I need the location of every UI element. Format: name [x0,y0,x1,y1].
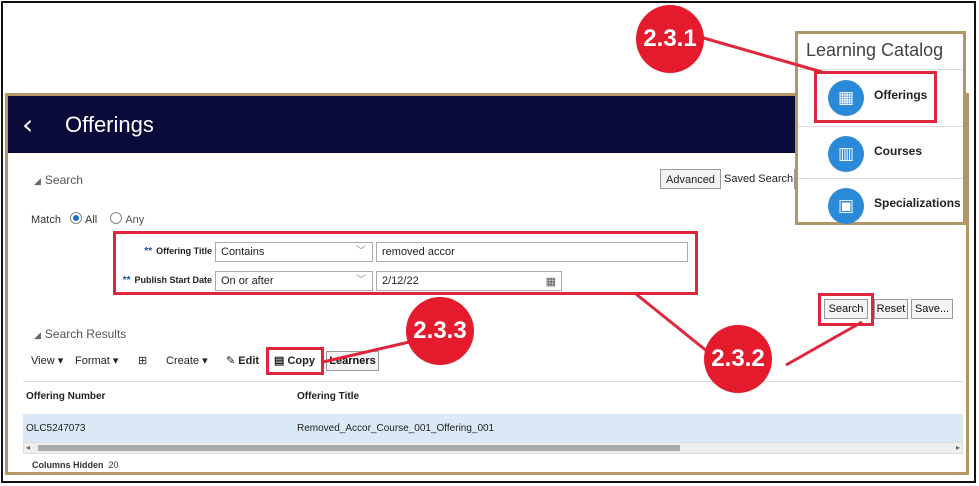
column-header-offering-title[interactable]: Offering Title [297,391,359,402]
search-results-label: Search Results [44,327,127,341]
catalog-item-label: Specializations [874,196,961,210]
chevron-down-icon: ﹀ [356,275,366,286]
offerings-highlight [814,71,937,123]
copy-icon: ▤ [274,355,285,367]
offering-number-cell: OLC5247073 [26,423,86,434]
catalog-item-courses[interactable]: ▥ Courses [798,127,963,177]
match-any-label: Any [125,214,145,226]
advanced-button[interactable]: Advanced [660,169,721,189]
page-title: Offerings [65,112,154,137]
publish-start-date-label: ** Publish Start Date [122,275,212,286]
edit-button[interactable]: ✎ Edit [226,354,259,367]
columns-hidden: Columns Hidden 20 [32,460,119,470]
learners-button[interactable]: Learners [326,351,379,371]
format-menu[interactable]: Format ▾ [75,354,118,367]
scrollbar-thumb[interactable] [38,445,680,451]
learning-catalog-title: Learning Catalog [806,40,944,60]
chevron-down-icon: ﹀ [356,246,366,257]
view-menu[interactable]: View ▾ [31,354,63,367]
column-header-offering-number[interactable]: Offering Number [26,391,105,402]
create-menu[interactable]: Create ▾ [166,354,208,367]
match-all-radio[interactable] [70,212,83,224]
save-button[interactable]: Save... [911,299,953,319]
catalog-item-label: Courses [874,144,923,158]
pencil-icon: ✎ [226,355,236,367]
scroll-right-icon[interactable]: ▸ [956,443,960,453]
match-any-radio[interactable] [110,212,123,224]
search-section-header[interactable]: ◢ Search [34,173,83,187]
offering-title-input[interactable]: removed accor [376,242,688,262]
scroll-left-icon[interactable]: ◂ [26,443,30,453]
publish-start-operator[interactable]: On or after ﹀ [215,271,373,291]
copy-button[interactable]: ▤ Copy [274,354,315,367]
offering-title-label: ** Offering Title [144,246,212,257]
annotation-badge-2-3-3: 2.3.3 [406,297,474,365]
learning-catalog-panel: Learning Catalog ▦ Offerings ▥ Courses ▣… [795,31,966,225]
offering-title-operator[interactable]: Contains ﹀ [215,242,373,262]
calendar-icon[interactable]: ▦ [546,273,556,291]
match-group: Match All Any [31,212,144,226]
annotation-badge-2-3-2: 2.3.2 [704,325,772,393]
certificate-icon: ▣ [828,188,864,224]
saved-search-label[interactable]: Saved Search [724,169,795,189]
collapse-triangle-icon: ◢ [34,176,41,186]
search-button[interactable]: Search [824,299,868,319]
results-table-header: Offering Number Offering Title [23,381,963,412]
match-all-label: All [85,214,98,226]
match-label: Match [31,214,61,226]
search-label: Search [44,173,83,187]
notebook-icon: ▥ [828,136,864,172]
collapse-triangle-icon: ◢ [34,330,41,340]
publish-start-date-input[interactable]: 2/12/22 ▦ [376,271,562,291]
reset-button[interactable]: Reset [874,299,908,319]
catalog-item-specializations[interactable]: ▣ Specializations [798,179,963,229]
search-results-header[interactable]: ◢ Search Results [34,327,126,341]
offering-title-cell: Removed_Accor_Course_001_Offering_001 [297,423,495,434]
horizontal-scrollbar[interactable]: ◂ ▸ [23,442,963,454]
back-icon[interactable]: ‹ [22,108,33,141]
annotation-badge-2-3-1: 2.3.1 [636,5,704,73]
freeze-columns-icon[interactable]: ⊞ [138,354,147,367]
divider [798,69,963,70]
table-row[interactable]: OLC5247073 Removed_Accor_Course_001_Offe… [23,414,963,442]
